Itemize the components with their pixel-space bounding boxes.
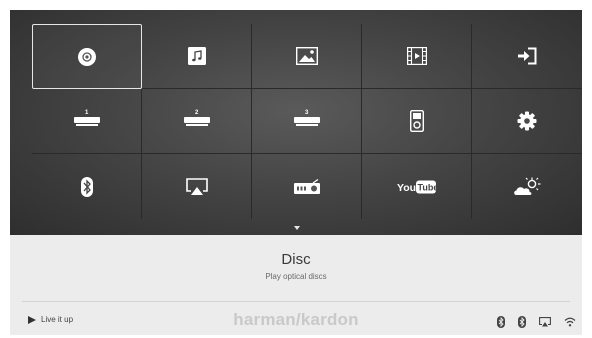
airplay-status [539,317,551,327]
hdmi-3-label: 3 [305,110,309,116]
menu-item-hdmi-3[interactable]: 3 [252,89,362,154]
menu-item-weather[interactable] [472,154,582,219]
source-menu: 1 2 3 You Tube [10,10,582,235]
gear-icon [517,111,537,131]
film-icon [406,47,427,65]
wifi-icon [564,317,576,327]
wifi-status [564,317,576,327]
hdmi-1-label: 1 [85,110,89,116]
scroll-down-icon[interactable] [294,226,300,230]
youtube-logo-you: You [397,182,416,194]
ipod-icon [409,110,424,132]
selected-item-title: Disc [281,251,311,268]
radio-icon [293,178,320,194]
airplay-icon [185,177,208,195]
menu-item-video[interactable] [362,24,472,89]
source-grid: 1 2 3 You Tube [32,24,582,219]
menu-item-input[interactable] [472,24,582,89]
menu-item-photos[interactable] [252,24,362,89]
input-icon [518,47,537,65]
youtube-icon: You Tube [397,180,437,194]
menu-item-hdmi-1[interactable]: 1 [32,89,142,154]
menu-item-music[interactable] [142,24,252,89]
menu-item-ipod[interactable] [362,89,472,154]
hdmi-2-label: 2 [195,110,199,116]
divider [22,301,570,302]
music-icon [187,47,206,65]
screen: 1 2 3 You Tube Disc Play optical discs L… [10,10,582,335]
bluetooth-icon [80,176,93,197]
menu-item-airplay[interactable] [142,154,252,219]
menu-item-bluetooth[interactable] [32,154,142,219]
photo-icon [295,47,318,65]
bluetooth-icon [518,316,526,328]
selected-item-subtitle: Play optical discs [265,272,327,281]
hdmi-icon [183,117,210,126]
bluetooth-status-2 [518,316,526,328]
menu-item-hdmi-2[interactable]: 2 [142,89,252,154]
menu-item-disc[interactable] [32,24,142,89]
hdmi-icon [73,117,100,126]
airplay-icon [539,317,551,327]
bluetooth-icon [497,316,505,328]
youtube-logo-tube: Tube [417,182,437,192]
menu-item-radio[interactable] [252,154,362,219]
bluetooth-status-1 [497,316,505,328]
disc-icon [78,47,96,66]
hdmi-icon [293,117,320,126]
menu-item-settings[interactable] [472,89,582,154]
weather-icon [514,177,541,195]
menu-item-youtube[interactable]: You Tube [362,154,472,219]
status-bar [484,316,576,328]
info-panel: Disc Play optical discs Live it up harma… [10,235,582,335]
